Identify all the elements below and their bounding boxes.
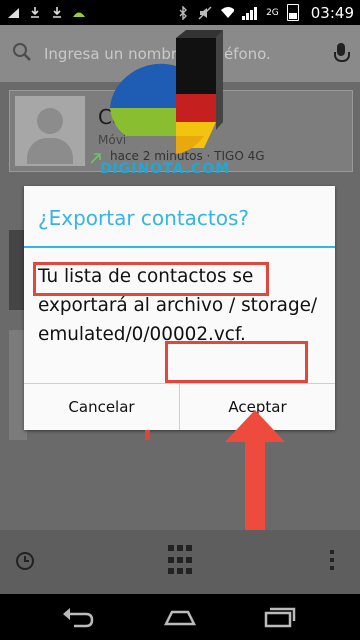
download-icon: [28, 6, 42, 20]
diginota-logo: [108, 30, 223, 178]
overflow-menu-icon[interactable]: [330, 550, 334, 572]
dialpad-icon[interactable]: [168, 545, 192, 577]
bluetooth-icon: [176, 5, 190, 20]
wifi-icon: [220, 6, 235, 20]
mute-icon: [198, 6, 212, 20]
dialog-title: ¿Exportar contactos?: [38, 206, 250, 230]
avatar: [15, 96, 85, 166]
home-button[interactable]: [162, 604, 198, 630]
android-icon: [72, 6, 86, 20]
bottom-app-bar: [0, 530, 360, 594]
export-contacts-dialog: ¿Exportar contactos? Tu lista de contact…: [24, 186, 335, 430]
annotation-mark: [145, 430, 150, 440]
status-bar: 2G 03:49: [0, 0, 360, 25]
download-icon: [50, 6, 64, 20]
dialog-button-bar: Cancelar Aceptar: [24, 383, 335, 430]
back-button[interactable]: [60, 604, 96, 630]
dialog-divider: [24, 246, 335, 248]
microphone-icon[interactable]: [334, 42, 350, 65]
signal-icon: [242, 6, 258, 20]
navigation-bar: [0, 594, 360, 640]
status-right-icons: 2G 03:49: [176, 4, 354, 22]
watermark-text: DIGINOTA.COM: [100, 161, 231, 177]
highlight-box: [165, 341, 308, 383]
battery-icon: [286, 4, 299, 21]
signal-icon: [6, 6, 20, 20]
recent-calls-icon[interactable]: [16, 552, 34, 570]
highlight-box: [33, 262, 269, 296]
cancel-button[interactable]: Cancelar: [24, 384, 179, 430]
network-type-label: 2G: [266, 7, 279, 18]
status-time: 03:49: [310, 3, 354, 22]
recent-apps-button[interactable]: [262, 604, 298, 630]
status-left-icons: [6, 6, 86, 20]
search-icon: [12, 42, 32, 66]
